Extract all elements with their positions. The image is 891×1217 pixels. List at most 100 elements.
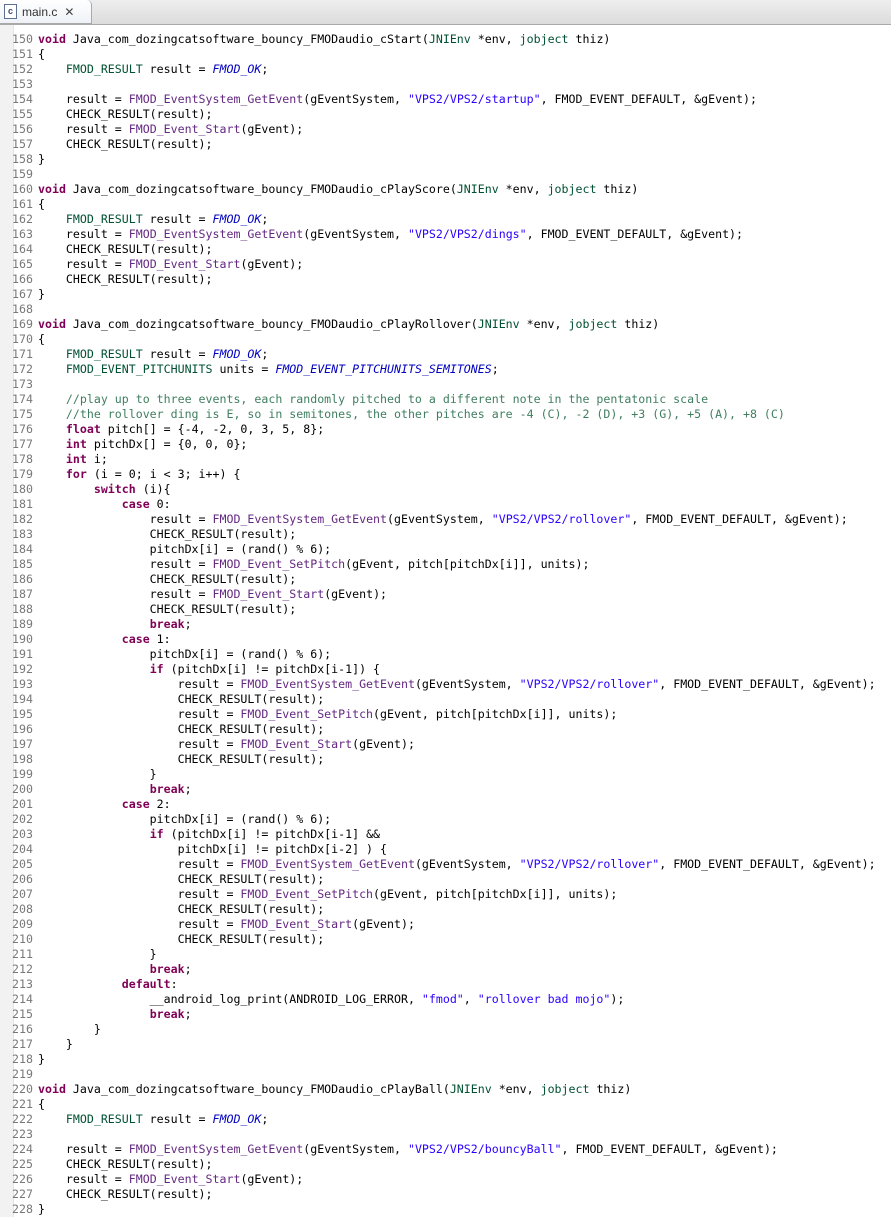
code-text: result = FMOD_EventSystem_GetEvent(gEven… [38,856,876,871]
code-line: 216 } [0,1021,876,1036]
code-line: 217 } [0,1036,876,1051]
code-line: 155 CHECK_RESULT(result); [0,106,876,121]
code-line: 182 result = FMOD_EventSystem_GetEvent(g… [0,511,876,526]
line-number: 187 [12,586,33,601]
code-text: pitchDx[i] = (rand() % 6); [38,541,332,556]
line-number: 208 [12,901,33,916]
code-line: 218} [0,1051,876,1066]
code-text: } [38,1036,73,1051]
code-text: { [38,331,45,346]
line-number: 173 [12,376,33,391]
line-number: 202 [12,811,33,826]
line-number: 157 [12,136,33,151]
code-text: void Java_com_dozingcatsoftware_bouncy_F… [38,31,611,46]
code-text: __android_log_print(ANDROID_LOG_ERROR, "… [38,991,625,1006]
code-text: break; [149,1006,192,1021]
code-line: 183 CHECK_RESULT(result); [0,526,876,541]
code-line: 197 result = FMOD_Event_Start(gEvent); [0,736,876,751]
code-text: FMOD_RESULT result = FMOD_OK; [65,1111,269,1126]
line-number: 159 [12,166,33,181]
line-number: 223 [12,1126,33,1141]
code-line: 181 case 0: [0,496,876,511]
code-text: break; [149,781,192,796]
line-number: 194 [12,691,33,706]
code-line: 152 FMOD_RESULT result = FMOD_OK; [0,61,876,76]
code-line: 213 default: [0,976,876,991]
line-number: 174 [12,391,33,406]
code-text: float pitch[] = {-4, -2, 0, 3, 5, 8}; [65,421,325,436]
line-number: 203 [12,826,33,841]
code-line: 203 if (pitchDx[i] != pitchDx[i-1] && [0,826,876,841]
code-line: 187 result = FMOD_Event_Start(gEvent); [0,586,876,601]
code-area[interactable]: 150 void Java_com_dozingcatsoftware_bounc… [0,31,876,1216]
code-line: 211 } [0,946,876,961]
code-line: 169 void Java_com_dozingcatsoftware_bounc… [0,316,876,331]
code-line: 214 __android_log_print(ANDROID_LOG_ERRO… [0,991,876,1006]
line-number: 206 [12,871,33,886]
code-text: CHECK_RESULT(result); [38,271,213,286]
code-text: case 1: [121,631,171,646]
code-line: 222 FMOD_RESULT result = FMOD_OK; [0,1111,876,1126]
line-number: 213 [12,976,33,991]
line-number: 155 [12,106,33,121]
code-line: 160 void Java_com_dozingcatsoftware_bounc… [0,181,876,196]
code-line: 161 { [0,196,876,211]
code-text: void Java_com_dozingcatsoftware_bouncy_F… [38,181,639,196]
code-line: 151 { [0,46,876,61]
tab-label: main.c [22,4,58,19]
code-text: CHECK_RESULT(result); [38,601,297,616]
line-number: 165 [12,256,33,271]
code-editor[interactable]: 150 void Java_com_dozingcatsoftware_bounc… [0,25,891,1217]
line-number: 217 [12,1036,33,1051]
line-number: 170 [12,331,33,346]
code-line: 176 float pitch[] = {-4, -2, 0, 3, 5, 8}… [0,421,876,436]
code-text: result = FMOD_EventSystem_GetEvent(gEven… [38,676,876,691]
code-text: int pitchDx[] = {0, 0, 0}; [65,436,248,451]
line-number: 226 [12,1171,33,1186]
code-text: if (pitchDx[i] != pitchDx[i-1] && [149,826,381,841]
c-file-icon: c [4,4,17,19]
code-line: 207 result = FMOD_Event_SetPitch(gEvent,… [0,886,876,901]
code-line: 157 CHECK_RESULT(result); [0,136,876,151]
code-line: 212 break; [0,961,876,976]
code-text: CHECK_RESULT(result); [38,691,325,706]
close-icon[interactable]: ✕ [64,5,74,19]
code-line: 170 { [0,331,876,346]
code-line: 209 result = FMOD_Event_Start(gEvent); [0,916,876,931]
line-number: 221 [12,1096,33,1111]
code-text: result = FMOD_Event_SetPitch(gEvent, pit… [38,556,590,571]
line-number: 178 [12,451,33,466]
code-line: 219 [0,1066,876,1081]
line-number: 209 [12,916,33,931]
code-line: 220 void Java_com_dozingcatsoftware_bounc… [0,1081,876,1096]
code-text: result = FMOD_Event_Start(gEvent); [38,1171,304,1186]
line-number: 183 [12,526,33,541]
code-text: switch (i){ [93,481,171,496]
line-number: 152 [12,61,33,76]
line-number: 192 [12,661,33,676]
line-number: 198 [12,751,33,766]
line-number: 201 [12,796,33,811]
code-line: 163 result = FMOD_EventSystem_GetEvent(g… [0,226,876,241]
code-line: 158} [0,151,876,166]
code-text: pitchDx[i] = (rand() % 6); [38,811,332,826]
code-text: result = FMOD_Event_Start(gEvent); [38,586,388,601]
code-line: 190 case 1: [0,631,876,646]
code-line: 153 [0,76,876,91]
line-number: 188 [12,601,33,616]
code-line: 180 switch (i){ [0,481,876,496]
line-number: 160 [12,181,33,196]
line-number: 153 [12,76,33,91]
code-line: 162 FMOD_RESULT result = FMOD_OK; [0,211,876,226]
code-text: result = FMOD_Event_Start(gEvent); [38,916,415,931]
line-number: 177 [12,436,33,451]
line-number: 168 [12,301,33,316]
line-number: 161 [12,196,33,211]
line-number: 228 [12,1201,33,1216]
code-line: 167} [0,286,876,301]
line-number: 179 [12,466,33,481]
code-text: void Java_com_dozingcatsoftware_bouncy_F… [38,1081,632,1096]
code-line: 192 if (pitchDx[i] != pitchDx[i-1]) { [0,661,876,676]
line-number: 186 [12,571,33,586]
tab-main-c[interactable]: c main.c ✕ [0,0,92,24]
